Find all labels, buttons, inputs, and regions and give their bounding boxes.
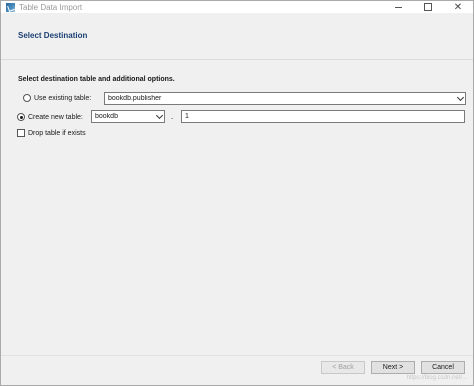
next-button[interactable]: Next > — [371, 361, 415, 374]
section-instructions: Select destination table and additional … — [18, 76, 175, 83]
use-existing-radio[interactable] — [23, 94, 31, 102]
use-existing-label: Use existing table: — [34, 94, 92, 102]
window-title: Table Data Import — [19, 2, 83, 12]
existing-table-select[interactable]: bookdb.publisher — [104, 92, 466, 105]
drop-table-label: Drop table if exists — [28, 129, 86, 137]
maximize-icon[interactable] — [413, 1, 443, 13]
import-wizard-window: Table Data Import ✕ Select Destination S… — [0, 0, 474, 386]
cancel-button[interactable]: Cancel — [421, 361, 465, 374]
window-controls: ✕ — [383, 1, 473, 13]
schema-select[interactable]: bookdb — [91, 110, 165, 123]
use-existing-option[interactable]: Use existing table: — [23, 94, 91, 102]
minimize-icon[interactable] — [383, 1, 413, 13]
back-button[interactable]: < Back — [321, 361, 365, 374]
create-new-option[interactable]: Create new table: — [17, 113, 83, 121]
watermark: https://blog.csdn.net/... — [406, 375, 467, 381]
page-title: Select Destination — [18, 31, 88, 40]
chevron-down-icon[interactable] — [455, 93, 465, 104]
schema-value: bookdb — [95, 113, 118, 120]
new-table-name-input[interactable]: 1 — [181, 110, 465, 123]
close-icon[interactable]: ✕ — [443, 1, 473, 13]
create-new-radio[interactable] — [17, 113, 25, 121]
workbench-app-icon — [6, 2, 15, 12]
drop-table-option[interactable]: Drop table if exists — [17, 129, 86, 137]
wizard-header: Select Destination — [1, 13, 473, 60]
new-table-name-value: 1 — [185, 113, 189, 120]
footer-divider — [1, 355, 473, 356]
existing-table-value: bookdb.publisher — [108, 95, 162, 102]
chevron-down-icon[interactable] — [154, 111, 164, 122]
create-new-label: Create new table: — [28, 113, 83, 121]
schema-table-separator: . — [171, 112, 174, 121]
title-bar: Table Data Import ✕ — [1, 1, 473, 13]
drop-table-checkbox[interactable] — [17, 129, 25, 137]
